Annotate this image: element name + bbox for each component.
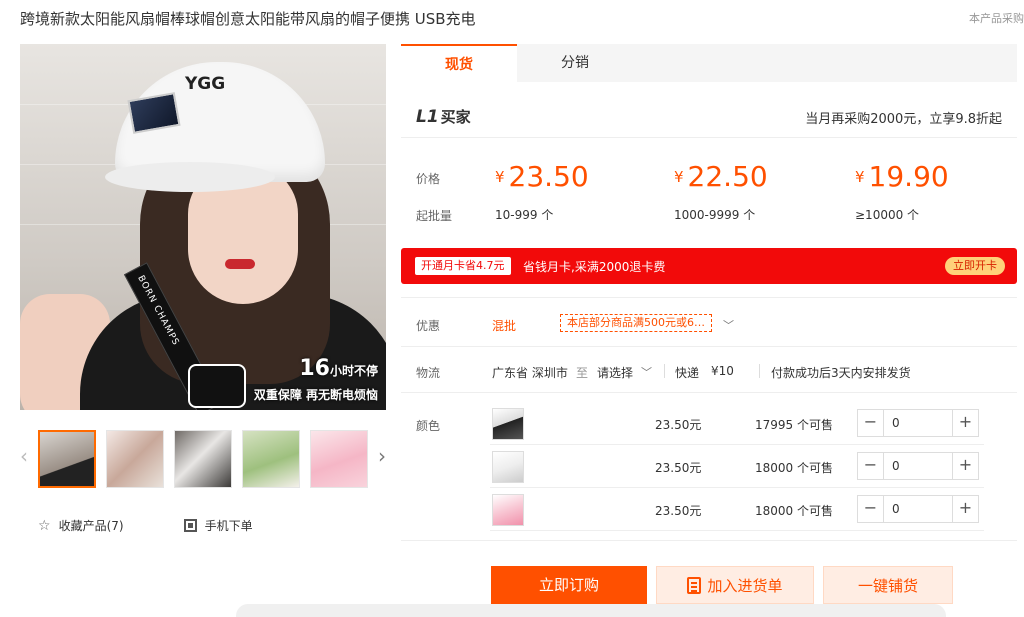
sku-row: 23.50元 17995 个可售 − 0 + bbox=[490, 402, 984, 445]
quantity-stepper: − 0 + bbox=[857, 409, 979, 437]
range-tier-3: ≥10000 个 bbox=[855, 208, 920, 222]
range-tier-1: 10-999 个 bbox=[495, 208, 554, 222]
discount-label: 优惠 bbox=[416, 319, 441, 333]
sku-price: 23.50元 bbox=[655, 461, 702, 475]
quantity-input[interactable]: 0 bbox=[884, 453, 952, 479]
sku-stock: 17995 个可售 bbox=[755, 418, 833, 432]
favorite-label: 收藏产品(7) bbox=[58, 519, 124, 533]
sku-row: 23.50元 18000 个可售 − 0 + bbox=[490, 488, 984, 531]
sku-row: 23.50元 18000 个可售 − 0 + bbox=[490, 445, 984, 488]
price-label: 价格 bbox=[416, 172, 441, 186]
price-tier-1: ¥23.50 bbox=[495, 160, 589, 193]
monthly-card-tag: 开通月卡省4.7元 bbox=[415, 257, 511, 275]
open-card-button[interactable]: 立即开卡 bbox=[945, 257, 1005, 275]
tab-spot[interactable]: 现货 bbox=[401, 44, 517, 82]
mobile-order-button[interactable]: 手机下单 bbox=[183, 517, 253, 534]
logistics-label: 物流 bbox=[416, 366, 441, 380]
tab-distribution[interactable]: 分销 bbox=[517, 44, 633, 82]
one-click-distribute-button[interactable]: 一键铺货 bbox=[823, 566, 953, 604]
thumbnail-1[interactable] bbox=[38, 430, 96, 488]
monthly-card-banner: 开通月卡省4.7元 省钱月卡,采满2000退卡费 立即开卡 bbox=[401, 248, 1017, 284]
top-right-note: 本产品采购 bbox=[969, 12, 1024, 25]
quantity-input[interactable]: 0 bbox=[884, 496, 952, 522]
coupon-tag[interactable]: 本店部分商品满500元或6… bbox=[560, 314, 712, 332]
chevron-down-icon[interactable]: ﹀ bbox=[723, 317, 734, 333]
destination-chevron-icon[interactable]: ﹀ bbox=[641, 364, 652, 380]
buyer-level-note: 当月再采购2000元，立享9.8折起 bbox=[805, 112, 1002, 127]
buyer-level-badge: L1 bbox=[416, 106, 439, 127]
quantity-input[interactable]: 0 bbox=[884, 410, 952, 436]
ship-to: 至 bbox=[576, 366, 589, 380]
ship-method: 快递 bbox=[675, 366, 700, 380]
price-tier-2: ¥22.50 bbox=[674, 160, 768, 193]
thumbnail-3[interactable] bbox=[174, 430, 232, 488]
buyer-level: L1 买家 bbox=[416, 106, 471, 127]
color-label: 颜色 bbox=[416, 419, 441, 433]
add-to-cart-label: 加入进货单 bbox=[707, 577, 783, 595]
thumb-next-icon[interactable]: › bbox=[378, 444, 386, 468]
minus-button[interactable]: − bbox=[858, 410, 884, 436]
overlay-line2: 双重保障 再无断电烦恼 bbox=[253, 388, 378, 402]
thumb-prev-icon[interactable]: ‹ bbox=[20, 444, 28, 468]
mixed-wholesale-tag: 混批 bbox=[492, 319, 517, 333]
sku-swatch-pink[interactable] bbox=[492, 494, 524, 526]
sku-stock: 18000 个可售 bbox=[755, 461, 833, 475]
ship-fee: ¥10 bbox=[711, 364, 734, 378]
tab-bar: 现货 分销 bbox=[401, 44, 1017, 82]
thumbnail-4[interactable] bbox=[242, 430, 300, 488]
left-actions: ☆ 收藏产品(7) 手机下单 bbox=[38, 517, 253, 534]
minus-button[interactable]: − bbox=[858, 453, 884, 479]
thumbnail-5[interactable] bbox=[310, 430, 368, 488]
range-tier-2: 1000-9999 个 bbox=[674, 208, 756, 222]
buy-now-button[interactable]: 立即订购 bbox=[491, 566, 647, 604]
sku-price: 23.50元 bbox=[655, 504, 702, 518]
favorite-button[interactable]: ☆ 收藏产品(7) bbox=[38, 517, 124, 534]
main-product-image[interactable]: YGG BORN CHAMPS 16小时不停 双重保障 再无断电烦恼 bbox=[20, 44, 386, 410]
monthly-card-text: 省钱月卡,采满2000退卡费 bbox=[523, 260, 666, 274]
quantity-stepper: − 0 + bbox=[857, 452, 979, 480]
quantity-stepper: − 0 + bbox=[857, 495, 979, 523]
minus-button[interactable]: − bbox=[858, 496, 884, 522]
ship-note: 付款成功后3天内安排发货 bbox=[771, 366, 911, 380]
sku-stock: 18000 个可售 bbox=[755, 504, 833, 518]
sku-swatch-black[interactable] bbox=[492, 408, 524, 440]
overlay-line1: 16小时不停 bbox=[299, 356, 378, 381]
thumbnail-strip: ‹ › bbox=[20, 428, 386, 490]
sku-price: 23.50元 bbox=[655, 418, 702, 432]
product-title: 跨境新款太阳能风扇帽棒球帽创意太阳能带风扇的帽子便携 USB充电 bbox=[20, 10, 476, 28]
cap-logo-text: YGG bbox=[185, 74, 226, 94]
clipboard-icon bbox=[687, 577, 702, 594]
fan-badge-shape bbox=[188, 364, 246, 408]
add-to-cart-button[interactable]: 加入进货单 bbox=[656, 566, 814, 604]
destination-select[interactable]: 请选择 bbox=[597, 364, 633, 381]
moq-label: 起批量 bbox=[416, 209, 453, 223]
price-tier-3: ¥19.90 bbox=[855, 160, 949, 193]
qrcode-icon bbox=[183, 519, 197, 532]
buyer-level-label: 买家 bbox=[440, 108, 471, 126]
star-icon: ☆ bbox=[38, 517, 51, 534]
thumbnail-2[interactable] bbox=[106, 430, 164, 488]
ship-origin: 广东省 深圳市 bbox=[492, 366, 568, 380]
plus-button[interactable]: + bbox=[952, 410, 978, 436]
sku-swatch-white[interactable] bbox=[492, 451, 524, 483]
mobile-order-label: 手机下单 bbox=[204, 519, 253, 533]
plus-button[interactable]: + bbox=[952, 496, 978, 522]
plus-button[interactable]: + bbox=[952, 453, 978, 479]
